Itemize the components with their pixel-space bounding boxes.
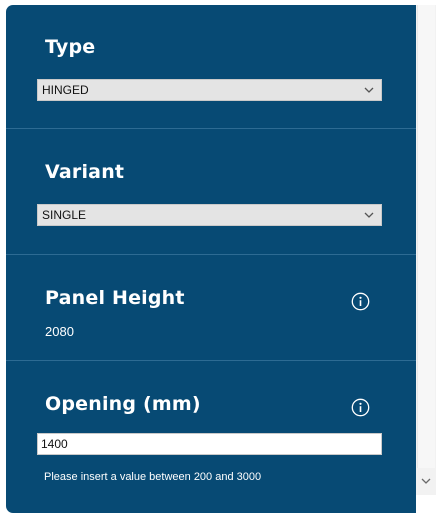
info-icon[interactable] xyxy=(351,398,370,417)
section-divider xyxy=(6,254,416,255)
opening-input[interactable] xyxy=(37,433,382,455)
section-divider xyxy=(6,128,416,129)
type-select-value: HINGED xyxy=(42,83,89,97)
chevron-down-icon xyxy=(364,212,374,218)
scrollbar-thumb[interactable] xyxy=(417,5,435,468)
chevron-down-icon xyxy=(364,87,374,93)
opening-hint: Please insert a value between 200 and 30… xyxy=(44,471,262,483)
variant-select-value: SINGLE xyxy=(42,208,87,222)
type-heading: Type xyxy=(45,36,96,58)
scroll-down-arrow-icon[interactable] xyxy=(420,476,432,486)
opening-heading: Opening (mm) xyxy=(45,393,201,415)
panel-height-heading: Panel Height xyxy=(45,287,185,309)
section-divider xyxy=(6,360,416,361)
panel-height-value: 2080 xyxy=(45,324,74,339)
variant-select[interactable]: SINGLE xyxy=(37,204,382,226)
type-select[interactable]: HINGED xyxy=(37,79,382,101)
options-panel: Type HINGED Variant SINGLE Panel Height xyxy=(6,5,416,513)
variant-heading: Variant xyxy=(45,161,125,183)
configurator-window: Type HINGED Variant SINGLE Panel Height xyxy=(0,0,438,515)
info-icon[interactable] xyxy=(351,292,370,311)
